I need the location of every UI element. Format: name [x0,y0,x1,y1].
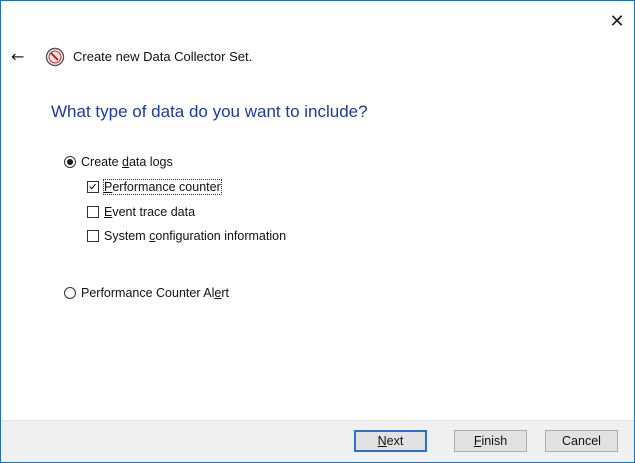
radio-create-data-logs-label: Create data logs [81,155,173,169]
checkbox-performance-counter-label: Performance counter [103,179,222,195]
checkbox-event-trace-data-label: Event trace data [104,205,196,219]
checkbox-unchecked-indicator[interactable] [87,230,99,242]
page-heading: What type of data do you want to include… [51,102,368,121]
check-mark-icon [89,183,96,190]
next-button[interactable]: Next [354,430,427,452]
radio-performance-counter-alert[interactable]: Performance Counter Alert [64,286,229,300]
checkbox-checked-indicator[interactable] [87,181,99,193]
finish-button[interactable]: Finish [454,430,527,452]
checkbox-system-configuration-label: System configuration information [104,229,287,243]
checkbox-performance-counter[interactable]: Performance counter [87,179,222,195]
close-icon[interactable]: ✕ [606,11,628,33]
back-arrow-icon[interactable]: ← [11,48,29,66]
checkbox-unchecked-indicator[interactable] [87,206,99,218]
wizard-footer: Next Finish Cancel [1,420,634,462]
cancel-button[interactable]: Cancel [545,430,618,452]
performance-monitor-icon [45,47,65,67]
checkbox-event-trace-data[interactable]: Event trace data [87,205,195,219]
wizard-title: Create new Data Collector Set. [73,49,253,64]
checkbox-system-configuration[interactable]: System configuration information [87,229,286,243]
radio-performance-counter-alert-label: Performance Counter Alert [81,286,229,300]
radio-selected-indicator[interactable] [64,156,76,168]
radio-create-data-logs[interactable]: Create data logs [64,155,173,169]
radio-unselected-indicator[interactable] [64,287,76,299]
wizard-window: ✕ ← Create new Data Collector Set. What … [0,0,635,463]
